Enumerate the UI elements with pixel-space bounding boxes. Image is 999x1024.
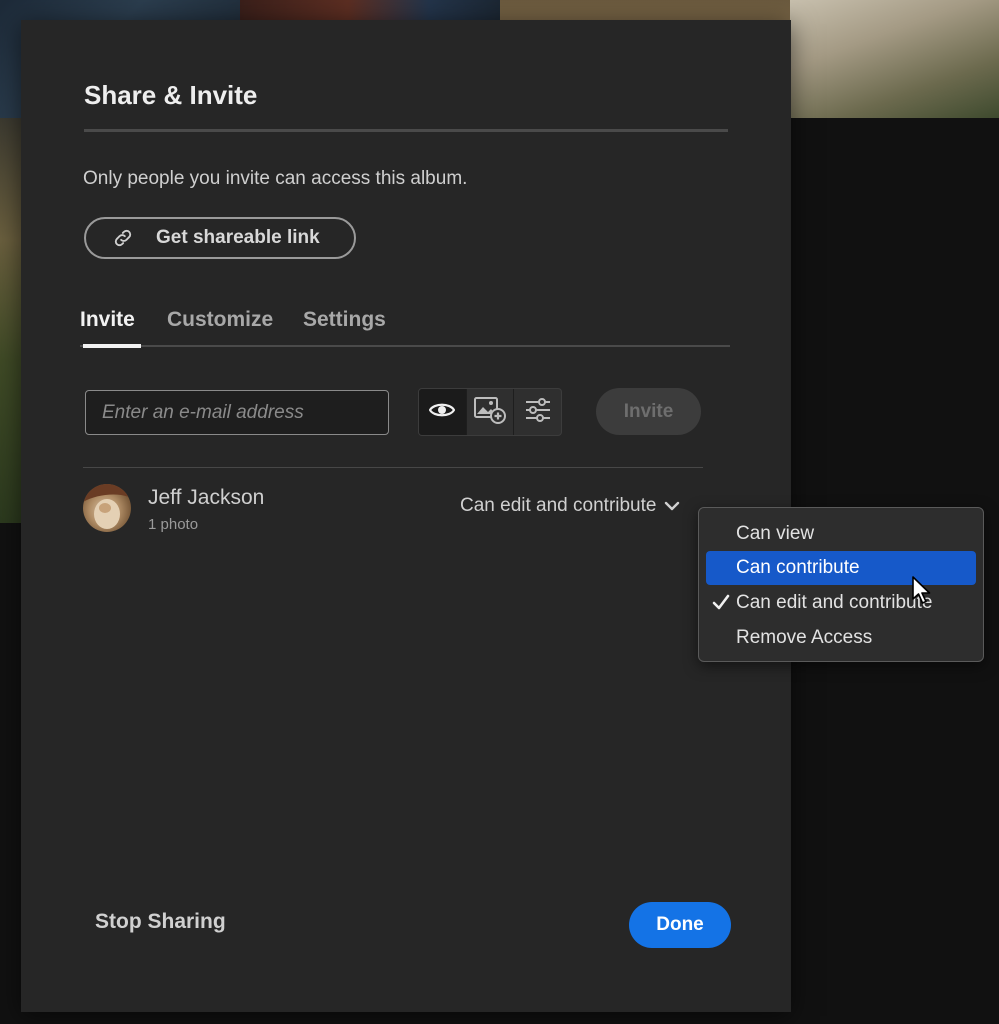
menu-item-can-view[interactable]: Can view <box>706 517 976 551</box>
tab-invite[interactable]: Invite <box>80 308 135 332</box>
role-dropdown[interactable]: Can edit and contribute <box>460 495 680 517</box>
dialog-description: Only people you invite can access this a… <box>83 168 468 189</box>
tab-settings[interactable]: Settings <box>303 308 386 332</box>
avatar <box>83 484 131 532</box>
contribute-permission-button[interactable] <box>467 389 515 435</box>
view-permission-button[interactable] <box>419 389 467 435</box>
menu-item-label: Can contribute <box>736 557 860 578</box>
email-input[interactable]: Enter an e-mail address <box>85 390 389 435</box>
menu-item-can-edit-and-contribute[interactable]: Can edit and contribute <box>706 586 976 620</box>
share-invite-dialog: Share & Invite Only people you invite ca… <box>21 20 791 1012</box>
active-tab-indicator <box>83 344 141 348</box>
role-dropdown-value: Can edit and contribute <box>460 495 657 516</box>
stop-sharing-button[interactable]: Stop Sharing <box>95 910 226 934</box>
divider <box>84 129 728 132</box>
shareable-link-label: Get shareable link <box>156 227 320 248</box>
member-photo-count: 1 photo <box>148 516 199 533</box>
sliders-icon <box>524 397 552 428</box>
invite-button[interactable]: Invite <box>596 388 701 435</box>
tab-bar: Invite Customize Settings <box>80 308 730 350</box>
divider <box>83 467 703 468</box>
eye-icon <box>429 401 456 424</box>
mouse-cursor-icon <box>912 576 931 604</box>
menu-item-can-contribute[interactable]: Can contribute <box>706 551 976 585</box>
background-photo <box>240 0 510 20</box>
checkmark-icon <box>712 593 730 611</box>
menu-item-label: Can edit and contribute <box>736 592 933 613</box>
add-photo-icon <box>474 396 506 429</box>
chevron-down-icon <box>664 500 680 512</box>
done-button[interactable]: Done <box>629 902 731 948</box>
tabs-divider <box>80 345 730 347</box>
tab-customize[interactable]: Customize <box>167 308 273 332</box>
edit-permission-button[interactable] <box>514 389 561 435</box>
member-name: Jeff Jackson <box>148 486 265 509</box>
permission-toggle-group <box>418 388 562 436</box>
get-shareable-link-button[interactable]: Get shareable link <box>84 217 356 259</box>
role-menu: Can view Can contribute Can edit and con… <box>698 507 984 662</box>
menu-item-label: Remove Access <box>736 627 873 648</box>
dialog-title: Share & Invite <box>84 80 258 110</box>
link-icon <box>112 227 134 249</box>
menu-item-label: Can view <box>736 523 815 544</box>
menu-item-remove-access[interactable]: Remove Access <box>706 621 976 655</box>
background-photo <box>790 0 999 118</box>
